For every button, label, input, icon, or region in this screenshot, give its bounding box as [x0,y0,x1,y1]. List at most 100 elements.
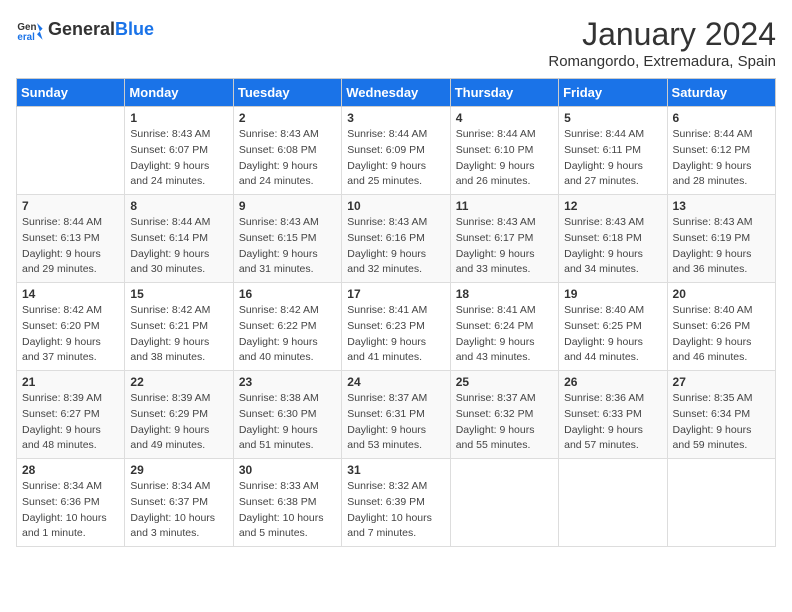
calendar-cell: 13 Sunrise: 8:43 AMSunset: 6:19 PMDayligh… [667,195,775,283]
day-info: Sunrise: 8:40 AMSunset: 6:26 PMDaylight:… [673,303,770,366]
calendar-cell: 21Sunrise: 8:39 AMSunset: 6:27 PMDayligh… [17,371,125,459]
calendar-cell: 3Sunrise: 8:44 AMSunset: 6:09 PMDaylight… [342,107,450,195]
weekday-header-monday: Monday [125,79,233,107]
calendar-week-2: 7Sunrise: 8:44 AMSunset: 6:13 PMDaylight… [17,195,776,283]
weekday-header-thursday: Thursday [450,79,558,107]
location-title: Romangordo, Extremadura, Spain [548,53,776,70]
calendar-cell [559,459,667,547]
weekday-header-tuesday: Tuesday [233,79,341,107]
day-number: 22 [130,375,227,389]
day-number: 13 [673,199,770,213]
day-info: Sunrise: 8:44 AMSunset: 6:14 PMDaylight:… [130,215,227,278]
day-info: Sunrise: 8:32 AMSunset: 6:39 PMDaylight:… [347,479,444,542]
day-number: 27 [673,375,770,389]
day-info: Sunrise: 8:43 AMSunset: 6:18 PMDaylight:… [564,215,661,278]
calendar-week-4: 21Sunrise: 8:39 AMSunset: 6:27 PMDayligh… [17,371,776,459]
day-info: Sunrise: 8:44 AMSunset: 6:10 PMDaylight:… [456,127,553,190]
day-number: 25 [456,375,553,389]
day-info: Sunrise: 8:43 AMSunset: 6:19 PMDaylight:… [673,215,770,278]
month-title: January 2024 [548,16,776,53]
weekday-header-saturday: Saturday [667,79,775,107]
calendar-cell: 22 Sunrise: 8:39 AMSunset: 6:29 PMDayligh… [125,371,233,459]
day-info: Sunrise: 8:33 AMSunset: 6:38 PMDaylight:… [239,479,336,542]
day-info: Sunrise: 8:38 AMSunset: 6:30 PMDaylight:… [239,391,336,454]
day-number: 16 [239,287,336,301]
day-number: 24 [347,375,444,389]
day-number: 28 [22,463,119,477]
day-info: Sunrise: 8:35 AMSunset: 6:34 PMDaylight:… [673,391,770,454]
day-number: 12 [564,199,661,213]
calendar-cell: 4 Sunrise: 8:44 AMSunset: 6:10 PMDaylight… [450,107,558,195]
day-number: 23 [239,375,336,389]
calendar-cell: 1Sunrise: 8:43 AMSunset: 6:07 PMDaylight… [125,107,233,195]
day-number: 10 [347,199,444,213]
calendar-cell: 26Sunrise: 8:36 AMSunset: 6:33 PMDayligh… [559,371,667,459]
calendar-cell: 19 Sunrise: 8:40 AMSunset: 6:25 PMDayligh… [559,283,667,371]
calendar-cell [17,107,125,195]
day-number: 4 [456,111,553,125]
calendar-week-1: 1Sunrise: 8:43 AMSunset: 6:07 PMDaylight… [17,107,776,195]
calendar-cell: 10 Sunrise: 8:43 AMSunset: 6:16 PMDayligh… [342,195,450,283]
logo-text-blue: Blue [115,20,154,40]
calendar-cell: 18 Sunrise: 8:41 AMSunset: 6:24 PMDayligh… [450,283,558,371]
day-info: Sunrise: 8:41 AMSunset: 6:24 PMDaylight:… [456,303,553,366]
day-number: 30 [239,463,336,477]
day-info: Sunrise: 8:42 AMSunset: 6:21 PMDaylight:… [130,303,227,366]
calendar-cell: 6 Sunrise: 8:44 AMSunset: 6:12 PMDaylight… [667,107,775,195]
day-info: Sunrise: 8:43 AMSunset: 6:08 PMDaylight:… [239,127,336,190]
day-number: 3 [347,111,444,125]
day-info: Sunrise: 8:44 AMSunset: 6:13 PMDaylight:… [22,215,119,278]
calendar-cell: 2 Sunrise: 8:43 AMSunset: 6:08 PMDaylight… [233,107,341,195]
calendar-cell: 24Sunrise: 8:37 AMSunset: 6:31 PMDayligh… [342,371,450,459]
calendar-table: SundayMondayTuesdayWednesdayThursdayFrid… [16,78,776,547]
logo: Gen eral GeneralBlue [16,16,154,44]
day-info: Sunrise: 8:42 AMSunset: 6:20 PMDaylight:… [22,303,119,366]
calendar-cell: 16 Sunrise: 8:42 AMSunset: 6:22 PMDayligh… [233,283,341,371]
day-number: 20 [673,287,770,301]
day-number: 18 [456,287,553,301]
calendar-cell: 20 Sunrise: 8:40 AMSunset: 6:26 PMDayligh… [667,283,775,371]
day-number: 6 [673,111,770,125]
day-info: Sunrise: 8:39 AMSunset: 6:29 PMDaylight:… [130,391,227,454]
calendar-week-5: 28 Sunrise: 8:34 AMSunset: 6:36 PMDayligh… [17,459,776,547]
calendar-cell: 28 Sunrise: 8:34 AMSunset: 6:36 PMDayligh… [17,459,125,547]
calendar-cell: 5 Sunrise: 8:44 AMSunset: 6:11 PMDaylight… [559,107,667,195]
day-number: 8 [130,199,227,213]
day-number: 9 [239,199,336,213]
day-info: Sunrise: 8:34 AMSunset: 6:37 PMDaylight:… [130,479,227,542]
calendar-cell: 23 Sunrise: 8:38 AMSunset: 6:30 PMDayligh… [233,371,341,459]
day-info: Sunrise: 8:36 AMSunset: 6:33 PMDaylight:… [564,391,661,454]
day-info: Sunrise: 8:44 AMSunset: 6:11 PMDaylight:… [564,127,661,190]
weekday-header-friday: Friday [559,79,667,107]
day-info: Sunrise: 8:43 AMSunset: 6:07 PMDaylight:… [130,127,227,190]
day-number: 14 [22,287,119,301]
calendar-cell: 15 Sunrise: 8:42 AMSunset: 6:21 PMDayligh… [125,283,233,371]
calendar-cell: 30 Sunrise: 8:33 AMSunset: 6:38 PMDayligh… [233,459,341,547]
day-number: 15 [130,287,227,301]
calendar-cell [667,459,775,547]
day-info: Sunrise: 8:40 AMSunset: 6:25 PMDaylight:… [564,303,661,366]
day-info: Sunrise: 8:43 AMSunset: 6:15 PMDaylight:… [239,215,336,278]
day-number: 17 [347,287,444,301]
day-info: Sunrise: 8:41 AMSunset: 6:23 PMDaylight:… [347,303,444,366]
calendar-cell: 31Sunrise: 8:32 AMSunset: 6:39 PMDayligh… [342,459,450,547]
day-info: Sunrise: 8:42 AMSunset: 6:22 PMDaylight:… [239,303,336,366]
day-number: 5 [564,111,661,125]
day-info: Sunrise: 8:44 AMSunset: 6:12 PMDaylight:… [673,127,770,190]
calendar-cell: 25Sunrise: 8:37 AMSunset: 6:32 PMDayligh… [450,371,558,459]
calendar-week-3: 14 Sunrise: 8:42 AMSunset: 6:20 PMDayligh… [17,283,776,371]
day-number: 2 [239,111,336,125]
calendar-cell: 17 Sunrise: 8:41 AMSunset: 6:23 PMDayligh… [342,283,450,371]
calendar-cell: 29 Sunrise: 8:34 AMSunset: 6:37 PMDayligh… [125,459,233,547]
logo-icon: Gen eral [16,16,44,44]
weekday-header-row: SundayMondayTuesdayWednesdayThursdayFrid… [17,79,776,107]
day-number: 21 [22,375,119,389]
day-number: 29 [130,463,227,477]
day-number: 19 [564,287,661,301]
day-info: Sunrise: 8:34 AMSunset: 6:36 PMDaylight:… [22,479,119,542]
calendar-cell: 14 Sunrise: 8:42 AMSunset: 6:20 PMDayligh… [17,283,125,371]
calendar-cell: 7Sunrise: 8:44 AMSunset: 6:13 PMDaylight… [17,195,125,283]
day-info: Sunrise: 8:43 AMSunset: 6:16 PMDaylight:… [347,215,444,278]
page-header: Gen eral GeneralBlue January 2024 Romang… [16,16,776,70]
weekday-header-sunday: Sunday [17,79,125,107]
